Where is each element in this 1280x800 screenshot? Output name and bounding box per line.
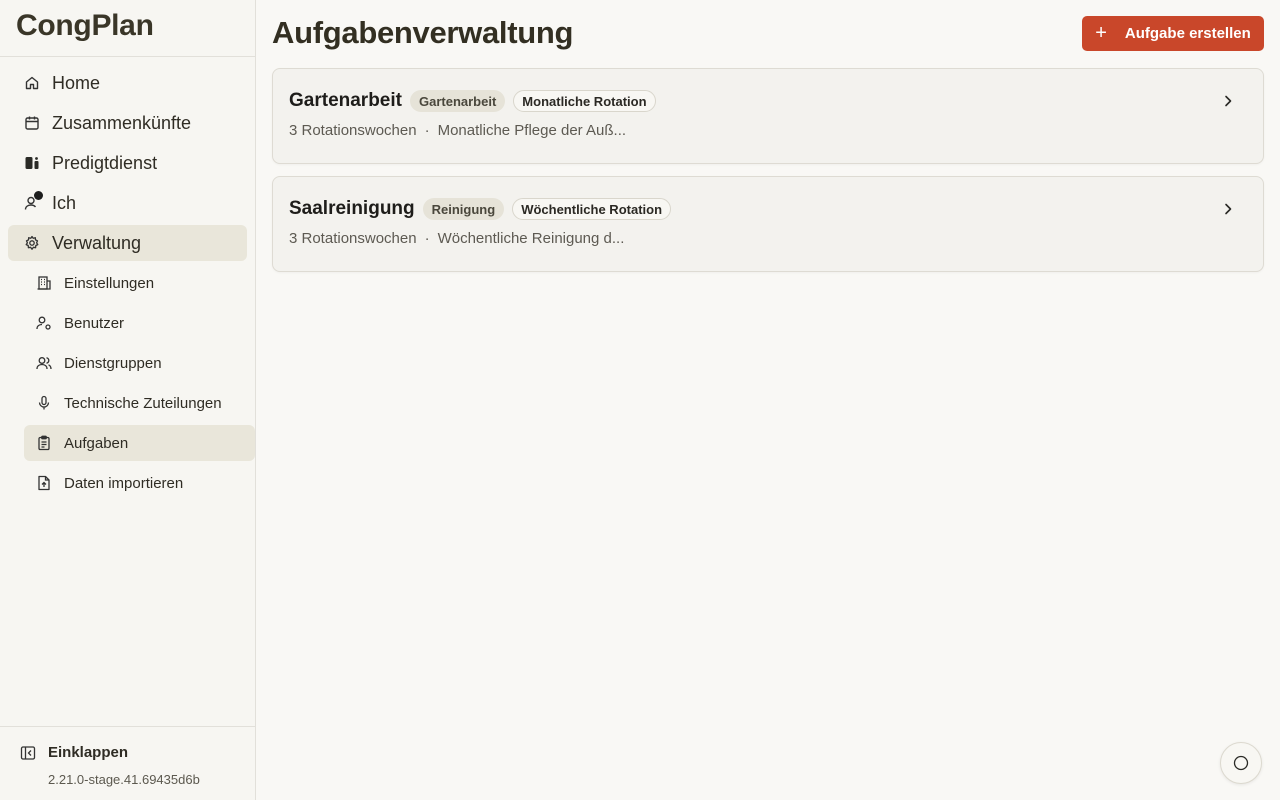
plus-icon: +	[1095, 22, 1107, 44]
sidebar-subitem-aufgaben[interactable]: Aufgaben	[24, 425, 255, 461]
sidebar-subitem-label: Aufgaben	[64, 434, 129, 452]
collapse-label: Einklappen	[48, 744, 129, 761]
sidebar-subitem-label: Einstellungen	[64, 274, 155, 292]
help-button[interactable]	[1220, 742, 1262, 784]
collapse-sidebar-button[interactable]: Einklappen	[20, 744, 255, 761]
sidebar-subitem-label: Benutzer	[64, 314, 125, 332]
sidebar-item-label: Ich	[52, 192, 77, 213]
sidebar-subitem-label: Technische Zuteilungen	[64, 394, 222, 412]
task-description: Wöchentliche Reinigung d...	[437, 230, 625, 247]
app-version: 2.21.0-stage.41.69435d6b	[48, 772, 200, 787]
chevron-right-icon	[1225, 95, 1232, 107]
meta-separator: ·	[424, 122, 430, 139]
page-title: Aufgabenverwaltung	[272, 15, 574, 50]
main-nav: Home Zusammenkünfte Predigtdienst Ich Ve…	[0, 57, 255, 261]
sidebar-subitem-daten-importieren[interactable]: Daten importieren	[24, 465, 255, 501]
gear-icon	[24, 235, 40, 251]
sidebar-subitem-technische-zuteilungen[interactable]: Technische Zuteilungen	[24, 385, 255, 421]
rotation-weeks: 3 Rotationswochen	[289, 230, 417, 247]
calendar-icon	[24, 115, 40, 131]
task-list: Gartenarbeit Gartenarbeit Monatliche Rot…	[272, 68, 1264, 272]
app-logo[interactable]: CongPlan	[0, 0, 255, 57]
users-icon	[36, 355, 52, 371]
sidebar-item-label: Predigtdienst	[52, 152, 158, 173]
sidebar-item-home[interactable]: Home	[8, 65, 247, 101]
task-card-gartenarbeit[interactable]: Gartenarbeit Gartenarbeit Monatliche Rot…	[272, 68, 1264, 164]
cart-icon	[24, 155, 40, 171]
chevron-right-icon	[1225, 203, 1232, 215]
category-badge: Reinigung	[422, 198, 505, 220]
sidebar-subitem-einstellungen[interactable]: Einstellungen	[24, 265, 255, 301]
rotation-badge: Wöchentliche Rotation	[512, 198, 672, 220]
sidebar-subitem-benutzer[interactable]: Benutzer	[24, 305, 255, 341]
sidebar-item-predigtdienst[interactable]: Predigtdienst	[8, 145, 247, 181]
panel-collapse-icon	[20, 745, 36, 761]
meta-separator: ·	[424, 230, 430, 247]
file-upload-icon	[36, 475, 52, 491]
user-icon	[24, 191, 43, 211]
main-content: Aufgabenverwaltung + Aufgabe erstellen G…	[256, 0, 1280, 800]
sidebar-item-ich[interactable]: Ich	[8, 185, 247, 221]
rotation-badge: Monatliche Rotation	[513, 90, 656, 112]
task-description: Monatliche Pflege der Auß...	[437, 122, 627, 139]
user-cog-icon	[36, 315, 52, 331]
task-card-saalreinigung[interactable]: Saalreinigung Reinigung Wöchentliche Rot…	[272, 176, 1264, 272]
page-header: Aufgabenverwaltung + Aufgabe erstellen	[272, 0, 1264, 68]
sidebar-footer: Einklappen 2.21.0-stage.41.69435d6b	[0, 726, 255, 800]
sidebar-item-label: Zusammenkünfte	[52, 112, 192, 133]
microphone-icon	[36, 395, 52, 411]
category-badge: Gartenarbeit	[409, 90, 506, 112]
create-task-label: Aufgabe erstellen	[1124, 24, 1251, 42]
notification-dot	[34, 191, 43, 200]
sidebar-subitem-dienstgruppen[interactable]: Dienstgruppen	[24, 345, 255, 381]
sidebar-item-label: Home	[52, 72, 101, 93]
task-name: Gartenarbeit	[289, 90, 402, 111]
sidebar-subitem-label: Daten importieren	[64, 474, 184, 492]
sidebar-item-label: Verwaltung	[52, 232, 142, 253]
task-name: Saalreinigung	[289, 198, 415, 219]
building-icon	[36, 275, 52, 291]
sidebar: CongPlan Home Zusammenkünfte Predigtdien…	[0, 0, 256, 800]
circle-icon	[1233, 755, 1249, 771]
sidebar-subitem-label: Dienstgruppen	[64, 354, 162, 372]
home-icon	[24, 75, 40, 91]
sidebar-item-verwaltung[interactable]: Verwaltung	[8, 225, 247, 261]
clipboard-icon	[36, 435, 52, 451]
admin-subnav: Einstellungen Benutzer Dienstgruppen Tec…	[0, 265, 255, 501]
sidebar-item-zusammenkuenfte[interactable]: Zusammenkünfte	[8, 105, 247, 141]
rotation-weeks: 3 Rotationswochen	[289, 122, 417, 139]
create-task-button[interactable]: + Aufgabe erstellen	[1082, 15, 1264, 51]
